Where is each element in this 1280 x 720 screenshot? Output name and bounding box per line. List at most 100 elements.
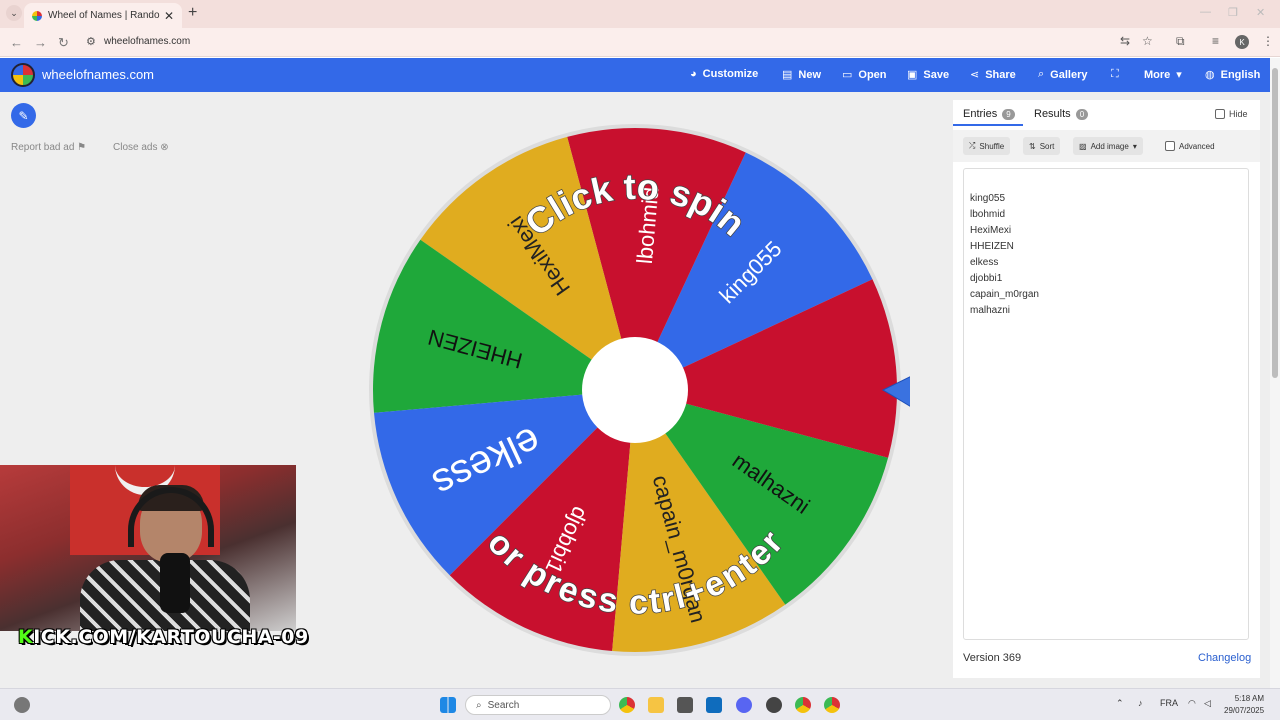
file-icon: ▤ <box>782 69 793 81</box>
chrome-active-icon[interactable] <box>795 697 811 713</box>
save-button[interactable]: ▣ Save <box>907 68 949 82</box>
volume-icon[interactable]: ◁ <box>1204 698 1211 709</box>
folder-icon: ▭ <box>842 69 853 81</box>
webcam-overlay <box>0 465 296 631</box>
palette-icon: ◕ <box>690 68 697 80</box>
new-tab-button[interactable]: + <box>188 4 197 22</box>
pencil-icon: ✎ <box>18 108 29 123</box>
list-item: malhazni <box>970 305 1011 316</box>
entries-textarea[interactable]: king055 lbohmid HexiMexi HHEIZEN elkess … <box>963 168 1249 640</box>
save-icon: ▣ <box>907 69 918 81</box>
language-indicator[interactable]: FRA <box>1160 698 1178 708</box>
hide-checkbox[interactable] <box>1215 109 1225 119</box>
tab-results[interactable]: Results 0 <box>1034 108 1089 120</box>
back-icon[interactable]: ← <box>10 35 23 50</box>
mic-tray-icon[interactable]: ♪ <box>1138 698 1143 708</box>
chevron-down-icon: ▾ <box>1176 69 1182 81</box>
browser-toolbar: ← → ↻ ⚙ wheelofnames.com ⇆ ☆ ⧉ ≡ ⋮ <box>0 28 1280 57</box>
microphone-icon <box>160 553 190 613</box>
open-button[interactable]: ▭ Open <box>842 68 887 82</box>
outlook-icon[interactable] <box>706 697 722 713</box>
chevron-down-icon: ▾ <box>1132 141 1137 151</box>
list-item: elkess <box>970 257 999 268</box>
fullscreen-icon: ⛶ <box>1111 68 1119 80</box>
translate-icon[interactable]: ⇆ <box>1120 34 1130 48</box>
start-icon[interactable] <box>440 697 456 713</box>
entries-count-badge: 9 <box>1002 108 1015 120</box>
list-item: capain_m0rgan <box>970 289 1039 300</box>
list-item: lbohmid <box>970 209 1006 220</box>
language-button[interactable]: ◍ English <box>1205 68 1260 82</box>
share-icon: ⋖ <box>970 69 980 81</box>
version-label: Version 369 <box>963 652 1022 664</box>
browser-tab-bar: ⌄ Wheel of Names | Random nam ✕ + — ❐ ✕ <box>0 0 1280 28</box>
tab-close-icon[interactable]: ✕ <box>164 9 174 23</box>
extensions-icon[interactable]: ⧉ <box>1176 34 1185 49</box>
list-item: djobbi1 <box>970 273 1003 284</box>
wheel-center[interactable] <box>582 337 688 443</box>
wheel[interactable]: king055lbohmidHexiMexiHHEIZENelkessdjobb… <box>365 122 910 662</box>
close-circle-icon: ⊗ <box>160 142 169 153</box>
more-button[interactable]: More ▾ <box>1144 68 1182 82</box>
maximize-icon[interactable]: ❐ <box>1228 6 1238 19</box>
advanced-checkbox[interactable] <box>1165 141 1175 151</box>
gallery-button[interactable]: ⌕ Gallery <box>1038 68 1087 81</box>
add-image-button[interactable]: ▨ Add image ▾ <box>1073 137 1143 155</box>
entries-panel: Entries 9 Results 0 Hide ⤮ Shuffle ⇅ Sort ▨ A… <box>953 100 1260 678</box>
tab-title: Wheel of Names | Random nam <box>48 10 160 21</box>
tab-search-icon[interactable]: ⌄ <box>6 5 22 21</box>
stream-url-overlay: KICK.COM/KARTOUCHA-09 <box>18 626 309 648</box>
list-item: HexiMexi <box>970 225 1012 236</box>
shuffle-icon: ⤮ <box>969 141 976 150</box>
discord-icon[interactable] <box>736 697 752 713</box>
search-icon: ⌕ <box>476 699 482 711</box>
wheel-logo-icon[interactable] <box>11 63 35 87</box>
clock[interactable]: 5:18 AM 29/07/2025 <box>1224 693 1264 717</box>
results-count-badge: 0 <box>1075 108 1089 120</box>
address-bar[interactable]: wheelofnames.com <box>104 36 190 47</box>
flag-icon: ⚑ <box>77 142 87 153</box>
shuffle-button[interactable]: ⤮ Shuffle <box>963 137 1011 155</box>
page-scrollbar[interactable] <box>1270 58 1280 688</box>
report-bad-ad-link[interactable]: Report bad ad ⚑ <box>11 142 86 153</box>
sort-icon: ⇅ <box>1029 141 1036 151</box>
store-icon[interactable] <box>677 697 693 713</box>
search-icon: ⌕ <box>1038 68 1045 80</box>
folder-icon[interactable] <box>648 697 664 713</box>
site-logo[interactable]: wheelofnames.com <box>42 67 154 82</box>
active-tab-indicator <box>953 124 1023 126</box>
edit-pencil-button[interactable]: ✎ <box>11 103 36 128</box>
share-button[interactable]: ⋖ Share <box>970 68 1016 82</box>
list-item: HHEIZEN <box>970 241 1014 252</box>
fullscreen-button[interactable]: ⛶ <box>1111 68 1119 81</box>
new-button[interactable]: ▤ New <box>782 68 821 82</box>
changelog-link[interactable]: Changelog <box>1198 652 1251 664</box>
reload-icon[interactable]: ↻ <box>58 35 69 51</box>
obs-icon[interactable] <box>766 697 782 713</box>
site-info-icon[interactable]: ⚙ <box>86 35 96 48</box>
wifi-icon[interactable]: ◠ <box>1188 698 1196 709</box>
close-ads-link[interactable]: Close ads ⊗ <box>113 142 169 153</box>
app-header: wheelofnames.com ◕ Customize ▤ New ▭ Open ▣… <box>0 58 1270 92</box>
list-item: king055 <box>970 193 1006 204</box>
reading-list-icon[interactable]: ≡ <box>1212 34 1219 48</box>
scroll-thumb[interactable] <box>1272 68 1278 378</box>
customize-button[interactable]: ◕ Customize <box>690 68 758 80</box>
hide-toggle[interactable]: Hide <box>1215 109 1248 119</box>
chrome-profile-icon[interactable] <box>824 697 840 713</box>
taskbar-search[interactable]: ⌕ Search <box>465 695 611 715</box>
chrome-icon[interactable] <box>619 697 635 713</box>
forward-icon[interactable]: → <box>34 35 47 50</box>
advanced-toggle[interactable]: Advanced <box>1159 137 1221 155</box>
globe-icon: ◍ <box>1205 69 1215 81</box>
browser-tab[interactable]: Wheel of Names | Random nam ✕ <box>24 3 182 28</box>
widgets-icon[interactable] <box>14 697 30 713</box>
profile-avatar[interactable]: K <box>1235 35 1249 49</box>
minimize-icon[interactable]: — <box>1200 6 1211 18</box>
tab-entries[interactable]: Entries 9 <box>963 108 1015 120</box>
bookmark-star-icon[interactable]: ☆ <box>1142 34 1153 48</box>
tray-chevron-icon[interactable]: ⌃ <box>1116 698 1124 709</box>
sort-button[interactable]: ⇅ Sort <box>1023 137 1061 155</box>
browser-menu-icon[interactable]: ⋮ <box>1262 34 1274 48</box>
window-close-icon[interactable]: ✕ <box>1256 6 1265 19</box>
